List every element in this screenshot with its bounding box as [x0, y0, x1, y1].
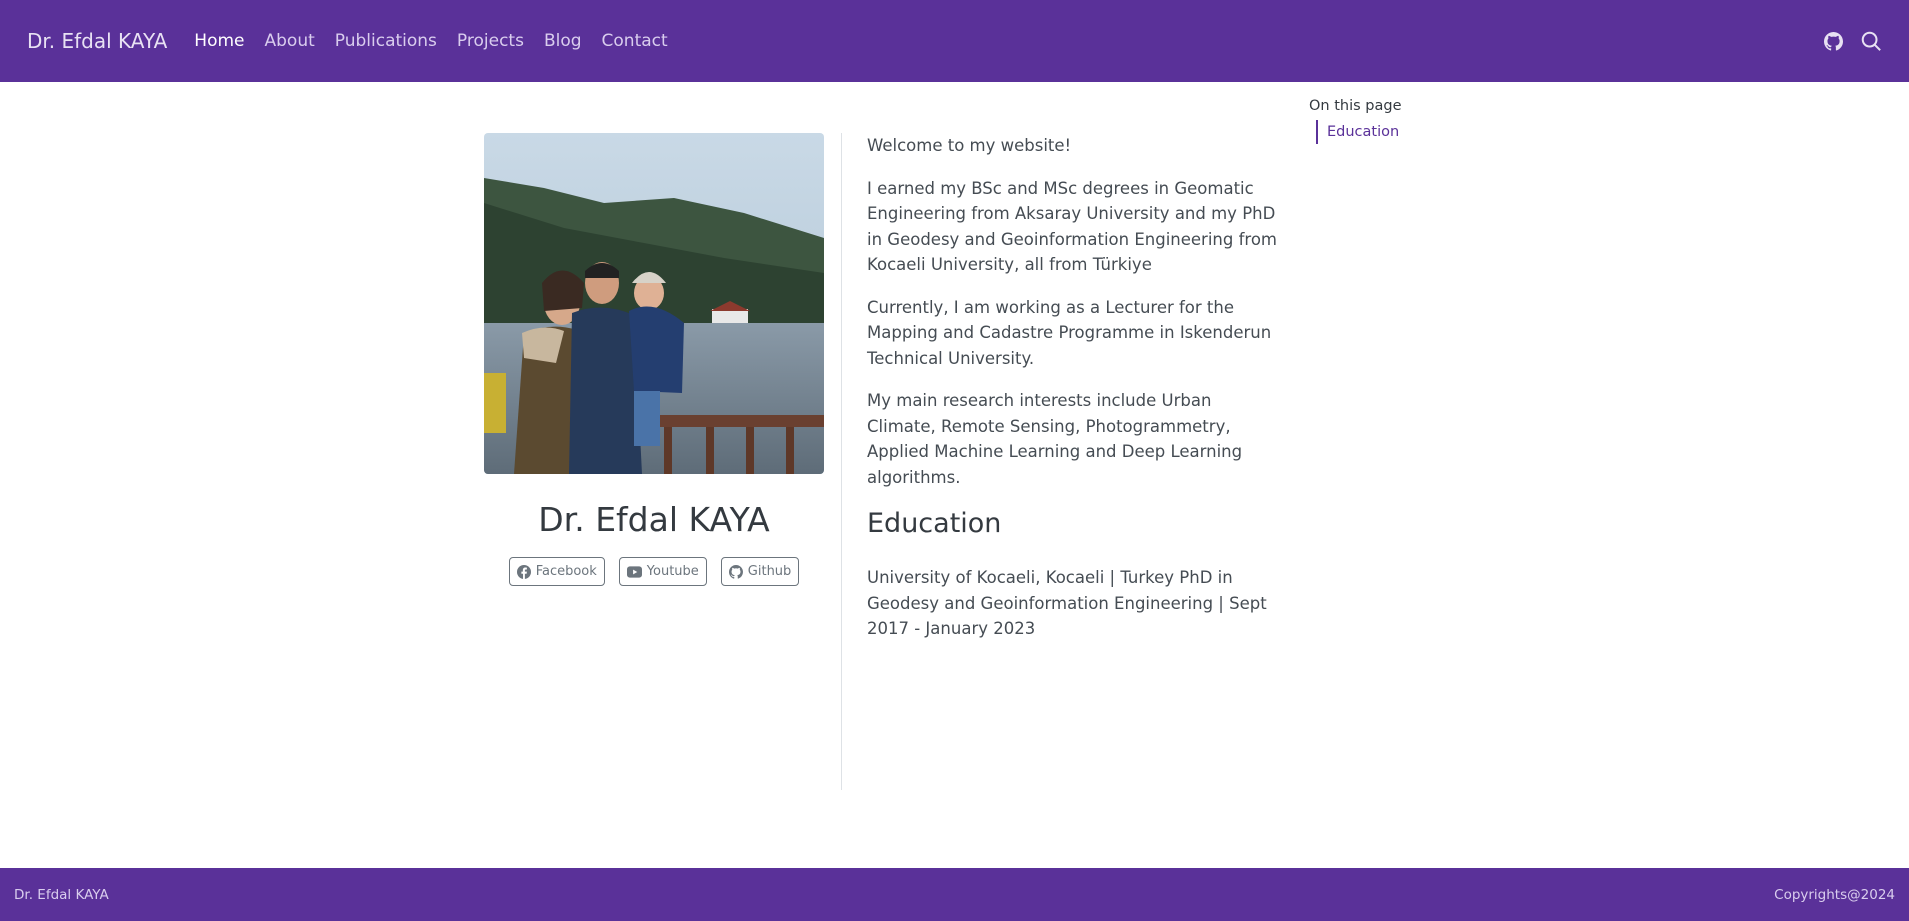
github-button[interactable]: Github — [720, 557, 800, 586]
nav-publications[interactable]: Publications — [335, 31, 437, 51]
youtube-label: Youtube — [646, 564, 699, 579]
toc-item-education[interactable]: Education — [1316, 120, 1469, 144]
site-brand[interactable]: Dr. Efdal KAYA — [27, 29, 167, 53]
main-content: Welcome to my website! I earned my BSc a… — [867, 133, 1282, 659]
top-navbar: Dr. Efdal KAYA Home About Publications P… — [0, 0, 1909, 82]
nav-about[interactable]: About — [265, 31, 315, 51]
table-of-contents: On this page Education — [1309, 98, 1469, 144]
github-label: Github — [747, 564, 792, 579]
profile-photo — [484, 133, 824, 474]
column-divider — [841, 133, 842, 790]
facebook-button[interactable]: Facebook — [508, 557, 605, 586]
facebook-icon — [516, 564, 531, 579]
github-icon — [728, 564, 743, 579]
footer-copyright: Copyrights@2024 — [1774, 886, 1895, 903]
youtube-button[interactable]: Youtube — [618, 557, 707, 586]
nav-home[interactable]: Home — [194, 31, 244, 51]
facebook-label: Facebook — [535, 564, 597, 579]
profile-card: Dr. Efdal KAYA Facebook Youtube Github — [484, 133, 824, 586]
nav-tools — [1822, 30, 1882, 52]
welcome-paragraph: Welcome to my website! — [867, 136, 1072, 155]
nav-projects[interactable]: Projects — [457, 31, 524, 51]
nav-contact[interactable]: Contact — [602, 31, 668, 51]
education-entry: University of Kocaeli, Kocaeli | Turkey … — [867, 568, 1267, 638]
profile-name: Dr. Efdal KAYA — [538, 500, 770, 539]
footer-brand: Dr. Efdal KAYA — [14, 886, 109, 903]
youtube-icon — [626, 565, 642, 578]
research-paragraph: My main research interests include Urban… — [867, 391, 1243, 487]
nav-blog[interactable]: Blog — [544, 31, 582, 51]
social-links: Facebook Youtube Github — [508, 557, 800, 586]
search-icon[interactable] — [1860, 30, 1882, 52]
toc-title: On this page — [1309, 98, 1402, 114]
site-footer: Dr. Efdal KAYA Copyrights@2024 — [0, 868, 1909, 921]
position-paragraph: Currently, I am working as a Lecturer fo… — [867, 297, 1272, 368]
github-icon[interactable] — [1822, 30, 1844, 52]
education-heading: Education — [867, 508, 1002, 539]
degrees-paragraph: I earned my BSc and MSc degrees in Geoma… — [867, 178, 1277, 275]
nav-links: Home About Publications Projects Blog Co… — [194, 31, 687, 51]
